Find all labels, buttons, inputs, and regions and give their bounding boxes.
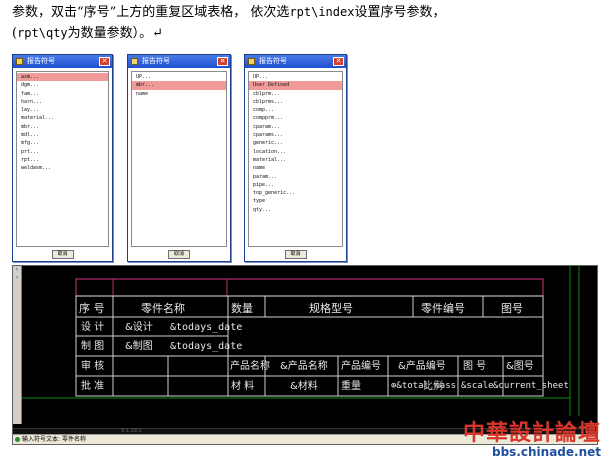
list-item[interactable]: asm... [17,73,108,82]
report-symbol-dialog-2: 报告符号 ✕ UP... mbr... name 取消 [127,54,231,262]
cad-drawing-window: › › 序 号 零件名称 数量 规格型号 零件编号 图号 设 计 &设计 &to… [12,265,598,445]
cell-scale-label: 比例 [423,381,443,392]
watermark-title: 中華設計論壇 [462,420,601,446]
intro-text: 设置序号参数， [354,5,446,20]
list-item[interactable]: material... [249,156,342,164]
list-item[interactable]: prt... [17,148,108,156]
list-item[interactable]: cblprm... [249,90,342,98]
cell-drafter-value: &制图 [125,341,153,352]
symbol-list[interactable]: UP... User Defined cblprm... cblprms... comp… [248,71,343,247]
cell-product-name-label: 产品名称 [230,361,270,372]
list-item[interactable]: name [132,90,226,98]
list-item[interactable]: top_generic... [249,189,342,197]
intro-line-1: 参数，双击“序号”上方的重复区域表格， 依次选rpt\index设置序号参数， [12,2,602,23]
intro-code: rpt\qty [17,26,68,40]
command-input[interactable]: 零件名称 [62,436,86,443]
list-item[interactable]: fam... [17,90,108,98]
cancel-button[interactable]: 取消 [168,250,190,259]
dialog-titlebar[interactable]: 报告符号 ✕ [245,55,346,68]
intro-text: 参数，双击“序号”上方的重复区域表格， 依次选 [12,5,290,20]
list-item[interactable]: name [249,164,342,172]
cell-material-label: 材 料 [231,381,255,392]
cell-designer-label: 设 计 [81,322,105,333]
list-item[interactable]: UP... [132,73,226,81]
list-item[interactable]: compprm... [249,114,342,122]
list-item[interactable]: param... [249,173,342,181]
list-item[interactable]: cparams... [249,131,342,139]
intro-code: rpt\index [289,5,355,19]
watermark-url: bbs.chinade.net [492,445,601,459]
cell-current-sheet: &current_sheet [493,381,569,391]
cell-reviewer-label: 审 核 [81,361,105,372]
status-indicator-icon [15,437,20,442]
dialog-title: 报告符号 [27,57,55,65]
dialog-titlebar[interactable]: 报告符号 ✕ [13,55,112,68]
dialog-title: 报告符号 [142,57,170,65]
intro-text: 为数量参数）。↵ [67,26,164,41]
cell-material-value: &材料 [290,381,318,392]
cell-designer-value: &设计 [125,322,153,333]
list-item[interactable]: mbr... [132,81,226,90]
cell-drafter-label: 制 图 [81,341,105,352]
app-icon [131,58,138,65]
close-icon[interactable]: ✕ [99,57,110,66]
list-item[interactable]: mdl... [17,131,108,139]
list-item[interactable]: mfg... [17,139,108,147]
report-symbol-dialog-3: 报告符号 ✕ UP... User Defined cblprm... cblprms… [244,54,347,262]
repeat-region[interactable] [75,278,544,297]
header-qty: 数量 [231,302,253,315]
list-item[interactable]: User Defined [249,81,342,90]
app-icon [16,58,23,65]
cancel-button[interactable]: 取消 [284,250,307,259]
list-item[interactable]: harn... [17,98,108,106]
app-icon [248,58,255,65]
cell-drawing-no-label: 图 号 [463,361,487,372]
cell-design-date: &todays_date [170,322,243,333]
list-item[interactable]: cblprms... [249,98,342,106]
cell-approver-label: 批 准 [81,381,105,392]
cell-draft-date: &todays_date [170,341,243,352]
list-item[interactable]: UP... [249,73,342,81]
header-spec: 规格型号 [309,302,353,315]
header-drawing-number: 图号 [501,302,523,315]
cell-product-number-label: 产品编号 [341,361,381,372]
list-item[interactable]: material... [17,114,108,122]
list-item[interactable]: type [249,197,342,205]
list-item[interactable]: pipe... [249,181,342,189]
cell-scale-value: &scale [461,381,494,391]
cell-drawing-no-value: &图号 [506,361,534,372]
list-item[interactable]: qty... [249,206,342,214]
list-item[interactable]: weldasm... [17,164,108,172]
list-item[interactable]: dgm... [17,81,108,89]
header-index: 序 号 [79,302,105,315]
header-part-number: 零件编号 [421,302,465,315]
list-item[interactable]: rpt... [17,156,108,164]
symbol-list[interactable]: asm... dgm... fam... harn... lay... material.… [16,71,109,247]
cancel-button[interactable]: 取消 [51,250,74,259]
close-icon[interactable]: ✕ [217,57,228,66]
dialog-titlebar[interactable]: 报告符号 ✕ [128,55,230,68]
list-item[interactable]: mbr... [17,123,108,131]
list-item[interactable]: lay... [17,106,108,114]
cell-product-number-value: &产品编号 [398,361,446,372]
intro-line-2: (rpt\qty为数量参数）。↵ [12,23,602,44]
intro-paragraph: 参数，双击“序号”上方的重复区域表格， 依次选rpt\index设置序号参数， … [12,2,602,44]
close-icon[interactable]: ✕ [333,57,344,66]
site-watermark: 中華設計論壇 bbs.chinade.net [463,421,601,459]
header-part-name: 零件名称 [141,302,185,315]
symbol-list[interactable]: UP... mbr... name [131,71,227,247]
list-item[interactable]: cparam... [249,123,342,131]
list-item[interactable]: generic... [249,139,342,147]
dialog-title: 报告符号 [259,57,287,65]
command-prompt: 输入符号文本: [22,436,61,443]
cell-product-name-value: &产品名称 [280,361,328,372]
report-symbol-dialog-1: 报告符号 ✕ asm... dgm... fam... harn... lay... ma… [12,54,113,262]
list-item[interactable]: comp... [249,106,342,114]
list-item[interactable]: location... [249,148,342,156]
cell-weight-label: 重量 [341,381,361,392]
